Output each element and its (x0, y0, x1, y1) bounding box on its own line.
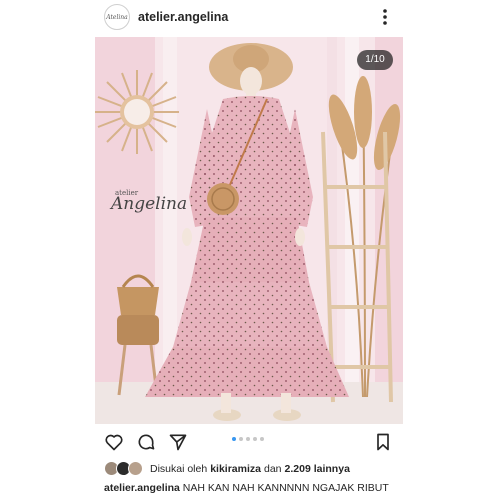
carousel-dot (239, 437, 243, 441)
bookmark-icon[interactable] (373, 432, 393, 452)
carousel-dot (232, 437, 236, 441)
carousel-dot (260, 437, 264, 441)
comment-icon[interactable] (136, 432, 156, 452)
product-photo: atelier Angelina (95, 37, 403, 424)
sunburst-mirror (95, 70, 179, 154)
heart-icon[interactable] (104, 432, 124, 452)
liker-avatars (104, 461, 146, 477)
likes-row[interactable]: Disukai oleh kikiramiza dan 2.209 lainny… (104, 460, 353, 478)
avatar-logo-text: Atelina (106, 13, 128, 21)
post-image[interactable]: atelier Angelina (95, 37, 403, 424)
post-username[interactable]: atelier.angelina (138, 10, 228, 24)
carousel-dot (246, 437, 250, 441)
carousel-indicator (232, 437, 264, 443)
likes-prefix: Disukai oleh (150, 463, 208, 475)
caption-text: NAH KAN NAH KANNNNN NGAJAK RIBUT (182, 482, 389, 494)
post-header: Atelina atelier.angelina (0, 0, 498, 36)
post-caption: atelier.angelina NAH KAN NAH KANNNNN NGA… (104, 482, 389, 494)
liker-avatar (128, 461, 143, 476)
liker-username[interactable]: kikiramiza (210, 463, 261, 475)
carousel-counter: 1/10 (357, 50, 393, 70)
likes-count[interactable]: 2.209 lainnya (285, 463, 350, 475)
send-icon[interactable] (168, 432, 188, 452)
brand-name: Angelina (109, 194, 187, 214)
profile-avatar[interactable]: Atelina (104, 4, 130, 30)
more-options-icon[interactable] (378, 7, 392, 27)
carousel-dot (253, 437, 257, 441)
caption-username[interactable]: atelier.angelina (104, 482, 180, 494)
likes-conj: dan (264, 463, 282, 475)
